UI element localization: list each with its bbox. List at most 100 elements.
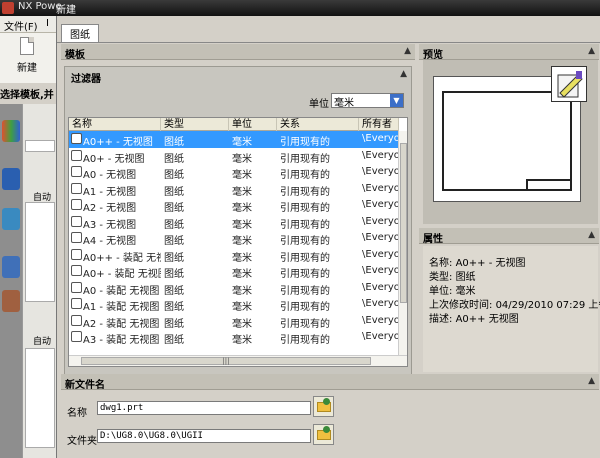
new-button[interactable]: 新建 [8, 37, 46, 79]
unit-select-value: 毫米 [334, 98, 354, 109]
background-pane: 自动 自动 [22, 104, 56, 458]
cell-type: 图纸 [164, 186, 184, 198]
property-description: 描述: A0++ 无视图 [429, 314, 519, 325]
new-file-collapse-icon[interactable]: ▲ [588, 376, 595, 386]
column-name[interactable]: 名称 [69, 118, 161, 131]
template-panel-title: 模板 [65, 50, 85, 61]
table-row[interactable]: A0++ - 装配 无视图图纸 毫米 引用现有的 \Everyone [69, 247, 399, 264]
cell-owner: \Everyone [362, 232, 399, 243]
collapse-icon[interactable]: ▲ [404, 46, 411, 56]
background-list-1 [25, 202, 55, 302]
new-file-dialog: 图纸 模板 ▲ 过滤器 ▲ 单位 毫米 ▼ 名称 类型 单位 关系 所有者 A0… [56, 16, 600, 458]
cell-unit: 毫米 [232, 302, 252, 313]
table-row[interactable]: A0+ - 无视图 图纸 毫米 引用现有的 \Everyone [69, 148, 399, 165]
preview-collapse-icon[interactable]: ▲ [588, 46, 595, 56]
cell-type: 图纸 [164, 203, 184, 214]
browse-name-button[interactable] [313, 396, 334, 417]
unit-select[interactable]: 毫米 ▼ [331, 93, 404, 109]
cell-name: A1 - 无视图 [83, 186, 137, 198]
cell-type: 图纸 [164, 153, 184, 165]
properties-area: 名称: A0++ - 无视图 类型: 图纸 单位: 毫米 上次修改时间: 04/… [423, 246, 600, 372]
table-row[interactable]: A0 - 无视图 图纸 毫米 引用现有的 \Everyone [69, 164, 399, 181]
cell-name: A4 - 无视图 [83, 236, 137, 247]
menu-tools[interactable]: I [46, 18, 49, 29]
table-row[interactable]: A3 - 装配 无视图图纸 毫米 引用现有的 \Everyone [69, 329, 399, 346]
cell-unit: 毫米 [232, 318, 252, 330]
folder-field[interactable]: D:\UG8.0\UG8.0\UGII [97, 429, 311, 443]
template-panel-header[interactable]: 模板 ▲ [61, 44, 415, 61]
cell-unit: 毫米 [232, 170, 252, 181]
table-header: 名称 类型 单位 关系 所有者 [69, 118, 399, 131]
column-relation[interactable]: 关系 [277, 118, 359, 131]
table-row[interactable]: A2 - 装配 无视图图纸 毫米 引用现有的 \Everyone [69, 313, 399, 330]
cell-type: 图纸 [164, 285, 184, 297]
unit-label: 单位 [309, 99, 329, 110]
cell-name: A3 - 无视图 [83, 219, 137, 231]
background-label-2: 自动 [33, 337, 52, 347]
chevron-down-icon[interactable]: ▼ [390, 94, 403, 107]
properties-collapse-icon[interactable]: ▲ [588, 230, 595, 240]
cell-name: A2 - 装配 无视图 [83, 318, 160, 330]
cell-unit: 毫米 [232, 252, 252, 264]
cell-name: A3 - 装配 无视图 [83, 335, 160, 346]
cell-relation: 引用现有的 [280, 186, 330, 198]
cell-unit: 毫米 [232, 285, 252, 297]
menu-file[interactable]: 文件(F) [4, 18, 38, 33]
properties-panel-header[interactable]: 属性 ▲ [419, 228, 599, 245]
horizontal-scroll-thumb[interactable]: ||| [81, 357, 371, 365]
roles-icon[interactable] [2, 290, 20, 312]
cell-relation: 引用现有的 [280, 153, 330, 165]
cell-relation: 引用现有的 [280, 318, 330, 330]
drawing-template-icon [71, 232, 82, 243]
name-field[interactable]: dwg1.prt [97, 401, 311, 415]
cell-unit: 毫米 [232, 153, 252, 165]
cell-owner: \Everyone [362, 133, 399, 144]
vertical-scroll-thumb[interactable] [400, 143, 407, 303]
cell-owner: \Everyone [362, 298, 399, 309]
table-row[interactable]: A4 - 无视图 图纸 毫米 引用现有的 \Everyone [69, 230, 399, 247]
resource-bar [0, 104, 22, 458]
web-browser-icon[interactable] [2, 208, 20, 230]
table-row[interactable]: A0 - 装配 无视图图纸 毫米 引用现有的 \Everyone [69, 280, 399, 297]
new-file-panel-header[interactable]: 新文件名 ▲ [61, 374, 599, 391]
column-type[interactable]: 类型 [161, 118, 229, 131]
table-row[interactable]: A0+ - 装配 无视图图纸 毫米 引用现有的 \Everyone [69, 263, 399, 280]
column-unit[interactable]: 单位 [229, 118, 277, 131]
tab-drawing[interactable]: 图纸 [61, 24, 99, 42]
table-row[interactable]: A3 - 无视图 图纸 毫米 引用现有的 \Everyone [69, 214, 399, 231]
table-row[interactable]: A0++ - 无视图图纸 毫米 引用现有的 \Everyone [69, 131, 399, 148]
info-icon[interactable] [2, 168, 20, 190]
history-icon[interactable] [2, 256, 20, 278]
cell-unit: 毫米 [232, 186, 252, 198]
cell-unit: 毫米 [232, 269, 252, 280]
drawing-template-icon [71, 281, 82, 293]
title-bar: NX Powe 新建 [0, 0, 600, 16]
cell-unit: 毫米 [232, 137, 252, 148]
new-document-icon [20, 37, 34, 55]
horizontal-scrollbar[interactable]: ||| [69, 355, 407, 366]
table-row[interactable]: A1 - 装配 无视图图纸 毫米 引用现有的 \Everyone [69, 296, 399, 313]
nx-app-icon [2, 2, 14, 14]
cell-type: 图纸 [164, 137, 184, 148]
table-row[interactable]: A2 - 无视图 图纸 毫米 引用现有的 \Everyone [69, 197, 399, 214]
preview-panel-header[interactable]: 预览 ▲ [419, 44, 599, 61]
cell-name: A0 - 装配 无视图 [83, 285, 160, 297]
properties-panel-title: 属性 [423, 234, 443, 245]
cell-unit: 毫米 [232, 203, 252, 214]
drawing-template-icon [71, 215, 82, 227]
cell-relation: 引用现有的 [280, 203, 330, 214]
filter-collapse-icon[interactable]: ▲ [400, 69, 407, 79]
assembly-navigator-icon[interactable] [2, 120, 20, 142]
column-owner[interactable]: 所有者 [359, 118, 399, 131]
property-unit: 单位: 毫米 [429, 286, 476, 297]
drawing-template-icon [71, 149, 82, 161]
cell-name: A2 - 无视图 [83, 203, 137, 214]
cell-relation: 引用现有的 [280, 285, 330, 297]
vertical-scrollbar[interactable] [398, 131, 407, 356]
drawing-template-icon [71, 248, 82, 260]
cell-relation: 引用现有的 [280, 236, 330, 247]
cell-relation: 引用现有的 [280, 219, 330, 231]
title-block [526, 179, 570, 189]
browse-folder-button[interactable] [313, 424, 334, 445]
table-row[interactable]: A1 - 无视图 图纸 毫米 引用现有的 \Everyone [69, 181, 399, 198]
